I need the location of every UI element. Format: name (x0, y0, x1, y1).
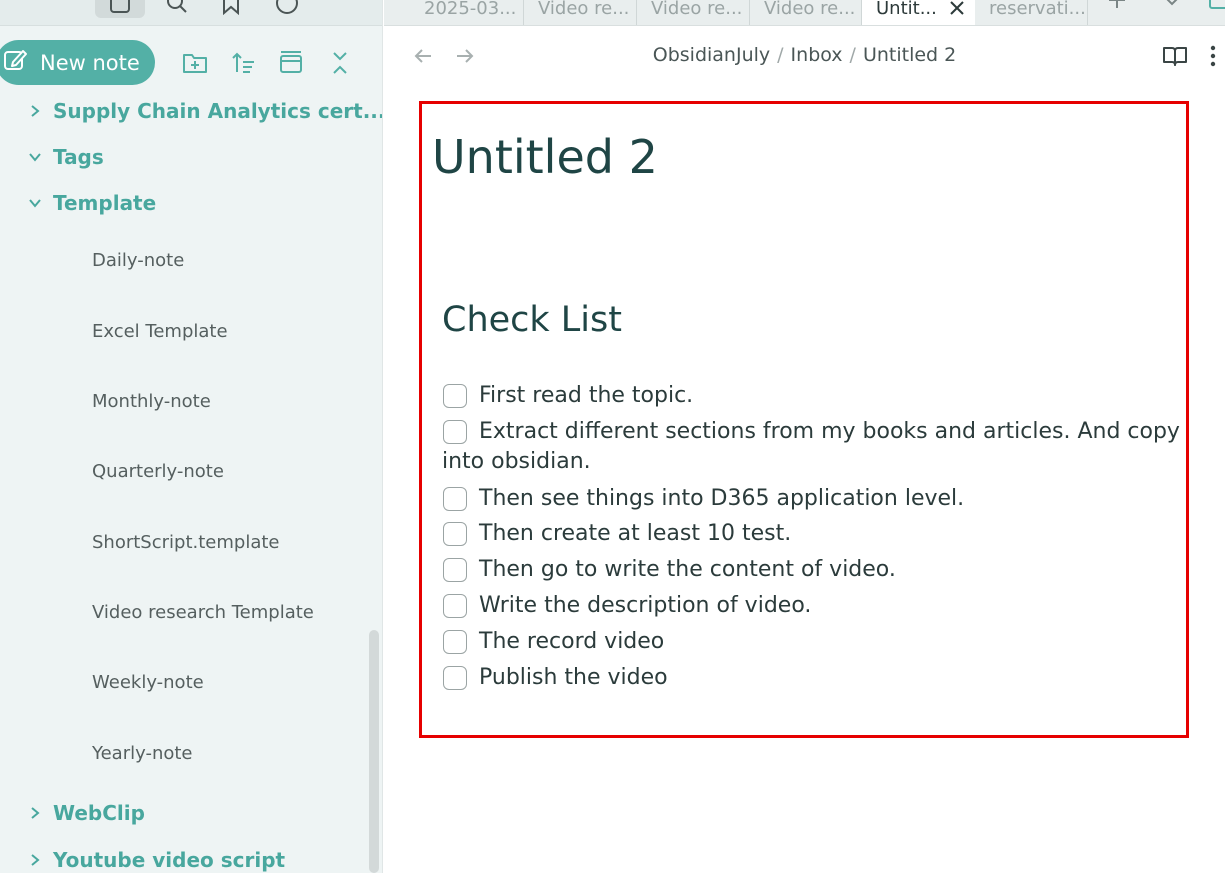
task-checkbox[interactable] (443, 487, 467, 511)
chevron-down-icon (24, 192, 46, 214)
file-excel-template[interactable]: Excel Template (92, 311, 228, 351)
new-tab-icon[interactable] (1104, 0, 1130, 10)
file-video-research-template[interactable]: Video research Template (92, 592, 314, 632)
task-checkbox[interactable] (443, 666, 467, 690)
folder-label: Tags (53, 145, 104, 169)
collapse-view-icon[interactable] (276, 48, 306, 78)
breadcrumb-folder[interactable]: Inbox (791, 44, 843, 66)
reading-view-icon[interactable] (1161, 42, 1189, 70)
folder-supply-chain-analytics[interactable]: Supply Chain Analytics cert... (24, 91, 383, 131)
tab-label: reservati... (989, 0, 1086, 19)
file-label: Yearly-note (92, 742, 193, 764)
new-note-label: New note (40, 50, 140, 75)
new-folder-icon[interactable] (180, 48, 210, 78)
breadcrumb-separator: / (849, 44, 856, 66)
tab-label: Video re... (538, 0, 630, 19)
task-item: Publish the video (442, 663, 668, 693)
view-header: ObsidianJuly / Inbox / Untitled 2 (384, 26, 1225, 86)
tab-reservation[interactable]: reservati... (975, 0, 1088, 25)
chevron-right-icon (24, 100, 46, 122)
tab-2025-03[interactable]: 2025-03... (410, 0, 524, 25)
task-item: Then create at least 10 test. (442, 519, 791, 549)
sidebar-ribbon (0, 0, 382, 26)
tab-list-chevron-icon[interactable] (1162, 0, 1182, 10)
sort-icon[interactable] (228, 48, 258, 78)
chevron-down-icon (24, 146, 46, 168)
file-label: Daily-note (92, 249, 185, 271)
breadcrumb-vault[interactable]: ObsidianJuly (653, 44, 770, 66)
task-item: Then go to write the content of video. (442, 555, 896, 585)
tab-label: Video re... (651, 0, 743, 19)
task-checkbox[interactable] (443, 630, 467, 654)
folder-youtube-video-script[interactable]: Youtube video script (24, 840, 285, 873)
task-text-continuation: into obsidian. (442, 449, 591, 474)
task-checkbox[interactable] (443, 420, 467, 444)
tab-untitled-2[interactable]: Untit... (862, 0, 975, 25)
tab-video-research-3[interactable]: Video re... (750, 0, 862, 25)
file-explorer-actions: New note (0, 40, 382, 86)
new-note-icon (2, 47, 28, 78)
file-quarterly-note[interactable]: Quarterly-note (92, 451, 224, 491)
task-text: The record video (479, 629, 665, 654)
tab-label: Untit... (876, 0, 937, 19)
task-item: First read the topic. (442, 381, 693, 411)
task-item: Then see things into D365 application le… (442, 484, 964, 514)
folder-label: Supply Chain Analytics cert... (53, 99, 383, 123)
task-item: Extract different sections from my books… (442, 417, 1180, 477)
file-shortscript-template[interactable]: ShortScript.template (92, 522, 280, 562)
task-checkbox[interactable] (443, 558, 467, 582)
breadcrumb: ObsidianJuly / Inbox / Untitled 2 (384, 44, 1225, 66)
task-text: First read the topic. (479, 383, 694, 408)
tab-label: 2025-03... (424, 0, 517, 19)
file-label: Excel Template (92, 320, 228, 342)
bookmark-icon[interactable] (216, 0, 246, 18)
folder-label: Youtube video script (53, 848, 286, 872)
graph-icon[interactable] (272, 0, 302, 18)
folder-label: Template (53, 191, 157, 215)
folder-template[interactable]: Template (24, 183, 156, 223)
task-checkbox[interactable] (443, 384, 467, 408)
breadcrumb-separator: / (777, 44, 784, 66)
tab-video-research-2[interactable]: Video re... (637, 0, 750, 25)
more-options-icon[interactable] (1206, 42, 1220, 70)
folder-tags[interactable]: Tags (24, 137, 104, 177)
sidebar-toggle-icon[interactable] (1208, 0, 1225, 12)
file-monthly-note[interactable]: Monthly-note (92, 381, 211, 421)
tab-label: Video re... (764, 0, 856, 19)
file-label: Quarterly-note (92, 460, 224, 482)
task-checkbox[interactable] (443, 594, 467, 618)
task-text: Then go to write the content of video. (479, 557, 896, 582)
checklist-heading: Check List (442, 300, 622, 340)
folder-webclip[interactable]: WebClip (24, 793, 145, 833)
files-icon[interactable] (95, 0, 145, 18)
search-icon[interactable] (162, 0, 192, 18)
task-checkbox[interactable] (443, 522, 467, 546)
new-note-button[interactable]: New note (0, 40, 155, 85)
file-label: ShortScript.template (92, 531, 280, 553)
task-text: Extract different sections from my books… (479, 419, 1180, 444)
task-text: Publish the video (479, 665, 668, 690)
tab-bar: 2025-03... Video re... Video re... Video… (384, 0, 1225, 26)
file-daily-note[interactable]: Daily-note (92, 240, 184, 280)
close-tab-icon[interactable] (949, 0, 965, 16)
file-label: Weekly-note (92, 671, 204, 693)
sidebar-scrollbar[interactable] (369, 630, 379, 873)
folder-label: WebClip (53, 801, 145, 825)
chevron-right-icon (24, 802, 46, 824)
file-explorer-sidebar: New note Supply Chain Analytics cert... … (0, 0, 383, 873)
chevron-right-icon (24, 849, 46, 871)
breadcrumb-file[interactable]: Untitled 2 (863, 44, 956, 66)
note-title[interactable]: Untitled 2 (432, 130, 658, 184)
tab-video-research-1[interactable]: Video re... (524, 0, 637, 25)
task-text: Then see things into D365 application le… (479, 486, 965, 511)
file-yearly-note[interactable]: Yearly-note (92, 733, 193, 773)
task-text: Then create at least 10 test. (479, 521, 792, 546)
file-label: Monthly-note (92, 390, 211, 412)
collapse-all-icon[interactable] (325, 48, 355, 78)
task-item: Write the description of video. (442, 591, 811, 621)
file-weekly-note[interactable]: Weekly-note (92, 662, 204, 702)
task-item: The record video (442, 627, 664, 657)
file-label: Video research Template (92, 601, 314, 623)
task-text: Write the description of video. (479, 593, 812, 618)
